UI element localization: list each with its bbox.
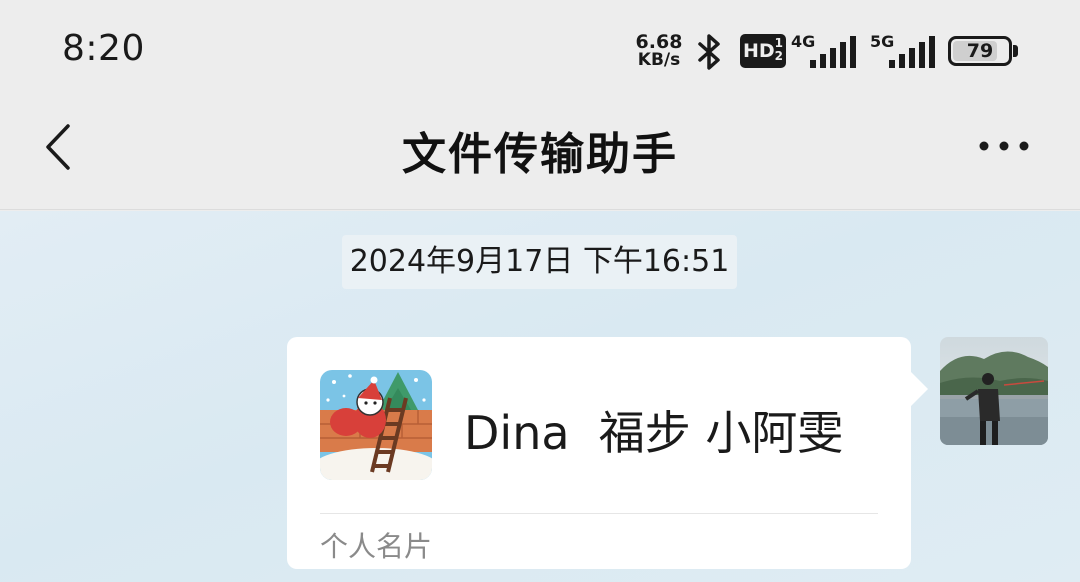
network-speed-unit: KB/s [637,50,681,70]
network-speed: 6.68 KB/s [632,33,686,70]
hd-icon: HD 1 2 [740,34,786,68]
contact-card-message[interactable]: Dina 福步 小阿雯 个人名片 [287,337,911,569]
chat-area[interactable]: 2024年9月17日 下午16:51 Dina 福步 小阿雯 个人名片 [0,211,1080,582]
more-dots-icon[interactable] [974,136,1034,156]
card-divider [320,513,878,514]
user-avatar-image [940,337,1048,445]
hd-sup: 1 [774,36,783,50]
battery-level: 79 [966,40,994,62]
signal-5g-icon [889,36,935,68]
user-avatar[interactable] [940,337,1048,445]
santa-bear-avatar-image [320,370,432,480]
bubble-tail [910,371,928,407]
hd-fraction: 1 2 [775,37,783,63]
status-bar: 8:20 6.68 KB/s HD 1 2 4G 5G 79 [0,0,1080,100]
nav-bar: 文件传输助手 [0,100,1080,210]
contact-card-label: 个人名片 [320,530,433,563]
page-title: 文件传输助手 [402,129,678,180]
status-time: 8:20 [62,28,145,69]
battery-tip [1013,45,1018,57]
bluetooth-icon [698,34,720,70]
contact-name: Dina 福步 小阿雯 [464,406,844,460]
signal-4g-icon [810,36,856,68]
hd-sub: 2 [774,49,783,63]
contact-avatar [320,370,432,480]
message-timestamp: 2024年9月17日 下午16:51 [342,235,737,289]
battery-icon: 79 [948,36,1012,66]
hd-label: HD [743,40,775,62]
